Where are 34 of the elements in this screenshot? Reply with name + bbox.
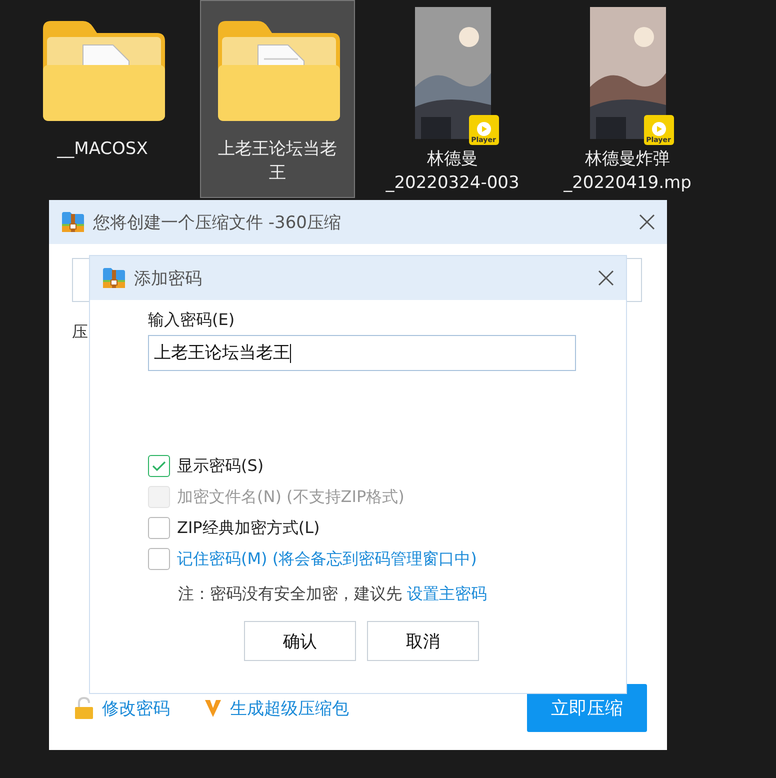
option-label: 记住密码(M) (将会备忘到密码管理窗口中): [177, 548, 477, 570]
checkbox[interactable]: [148, 455, 170, 477]
password-label: 输入密码(E): [148, 310, 236, 331]
close-icon[interactable]: [639, 214, 655, 230]
confirm-button[interactable]: 确认: [244, 621, 356, 661]
option-label: ZIP经典加密方式(L): [177, 518, 320, 538]
super-pack-link[interactable]: 生成超级压缩包: [230, 696, 349, 720]
v-icon: [204, 698, 222, 718]
option-label: 显示密码(S): [177, 456, 264, 476]
checkbox[interactable]: [148, 548, 170, 570]
checkbox[interactable]: [148, 517, 170, 539]
cancel-button[interactable]: 取消: [367, 621, 479, 661]
set-master-password-link[interactable]: 设置主密码: [407, 584, 488, 603]
field-label: 压: [72, 322, 88, 343]
lock-icon: [74, 697, 94, 719]
password-field[interactable]: 上老王论坛当老王: [148, 335, 576, 371]
file-item[interactable]: 上老王论坛当老 王: [200, 0, 355, 198]
file-name: 林德曼炸弹: [584, 148, 670, 171]
file-name: 林德曼: [426, 148, 478, 171]
file-item[interactable]: __MACOSX: [25, 0, 180, 198]
note-text: 注：密码没有安全加密，建议先 设置主密码: [178, 584, 488, 605]
file-name: 上老王论坛当老: [218, 138, 337, 161]
change-password-link[interactable]: 修改密码: [102, 696, 170, 720]
option-label: 加密文件名(N) (不支持ZIP格式): [177, 486, 404, 508]
file-name: _20220419.mp: [564, 172, 692, 195]
archive-icon: [102, 267, 126, 289]
file-name: _20220324-003: [386, 172, 520, 195]
file-name: 王: [269, 162, 286, 185]
check-icon: [152, 460, 166, 472]
archive-icon: [61, 211, 85, 233]
window-title: 您将创建一个压缩文件 -360压缩: [93, 212, 342, 234]
close-icon[interactable]: [598, 270, 614, 286]
dialog-title: 添加密码: [134, 268, 203, 290]
file-name: __MACOSX: [57, 138, 148, 161]
